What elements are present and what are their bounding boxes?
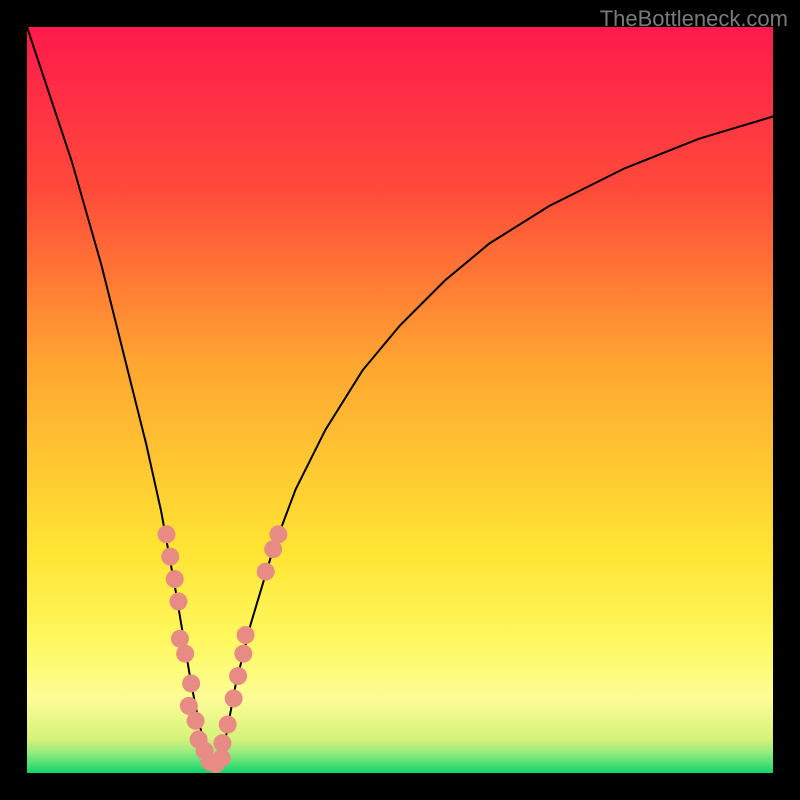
data-point bbox=[176, 645, 194, 663]
data-point bbox=[158, 525, 176, 543]
data-point bbox=[257, 563, 275, 581]
bottleneck-chart bbox=[27, 27, 773, 773]
data-point bbox=[213, 734, 231, 752]
data-point bbox=[219, 716, 237, 734]
gradient-background bbox=[27, 27, 773, 773]
chart-frame bbox=[27, 27, 773, 773]
data-point bbox=[187, 712, 205, 730]
data-point bbox=[166, 570, 184, 588]
data-point bbox=[182, 674, 200, 692]
data-point bbox=[225, 689, 243, 707]
data-point bbox=[234, 645, 252, 663]
data-point bbox=[269, 525, 287, 543]
data-point bbox=[169, 592, 187, 610]
data-point bbox=[237, 626, 255, 644]
data-point bbox=[161, 548, 179, 566]
data-point bbox=[229, 667, 247, 685]
